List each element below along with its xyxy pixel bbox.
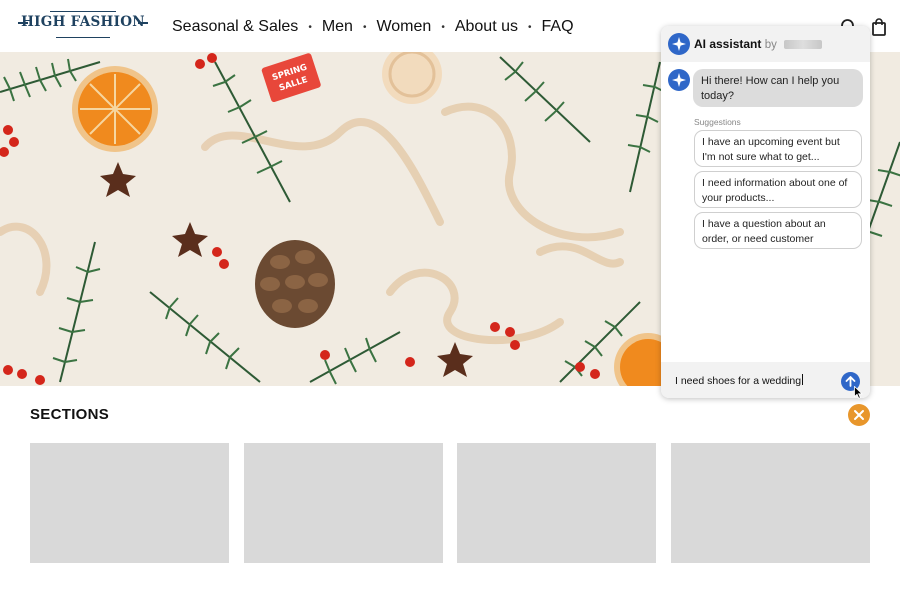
mouse-cursor-icon <box>854 386 863 399</box>
nav-separator: • <box>527 21 532 33</box>
suggestions-label: Suggestions <box>694 117 741 127</box>
chat-header: AI assistant by <box>661 26 870 62</box>
close-chat-button[interactable] <box>848 404 870 426</box>
nav-separator: • <box>441 21 445 33</box>
close-icon <box>854 410 864 420</box>
nav-seasonal-sales[interactable]: Seasonal & Sales <box>172 18 298 36</box>
pine-cone <box>255 240 335 328</box>
logo-text: HIGH FASHION <box>21 14 145 30</box>
ai-sparkle-icon <box>668 33 690 55</box>
nav-men[interactable]: Men <box>322 18 353 36</box>
ai-sparkle-icon <box>668 69 690 91</box>
brand-logo[interactable]: HIGH FASHION <box>16 8 150 44</box>
chat-title: AI assistant <box>694 37 762 51</box>
sections-title: SECTIONS <box>30 406 110 423</box>
text-caret <box>802 374 804 385</box>
redacted-company-name <box>784 40 823 49</box>
nav-faq[interactable]: FAQ <box>542 18 574 36</box>
page: HIGH FASHION Seasonal & Sales • Men • Wo… <box>0 0 900 600</box>
nav-women[interactable]: Women <box>376 18 431 36</box>
nav-separator: • <box>362 21 367 33</box>
chat-title-by: by <box>764 39 777 51</box>
suggestion-upcoming-event[interactable]: I have an upcoming event but I'm not sur… <box>694 130 862 167</box>
ai-assistant-chat: AI assistant by Hi there! How can I help… <box>661 26 870 398</box>
dried-orange-slice <box>72 66 158 152</box>
main-nav: Seasonal & Sales • Men • Women • About u… <box>172 16 574 38</box>
chat-input[interactable]: I need shoes for a wedding <box>675 374 804 387</box>
nav-separator: • <box>308 21 312 33</box>
chat-input-area: I need shoes for a wedding <box>661 362 870 398</box>
chat-input-value: I need shoes for a wedding <box>675 375 802 387</box>
nav-about-us[interactable]: About us <box>455 18 518 36</box>
suggestion-order-question[interactable]: I have a question about an order, or nee… <box>694 212 862 249</box>
bot-message: Hi there! How can I help you today? <box>693 69 863 107</box>
shopping-bag-icon[interactable] <box>870 18 888 36</box>
section-card[interactable] <box>244 443 443 563</box>
suggestion-product-info[interactable]: I need information about one of your pro… <box>694 171 862 208</box>
section-card[interactable] <box>671 443 870 563</box>
section-card[interactable] <box>30 443 229 563</box>
section-card[interactable] <box>457 443 656 563</box>
